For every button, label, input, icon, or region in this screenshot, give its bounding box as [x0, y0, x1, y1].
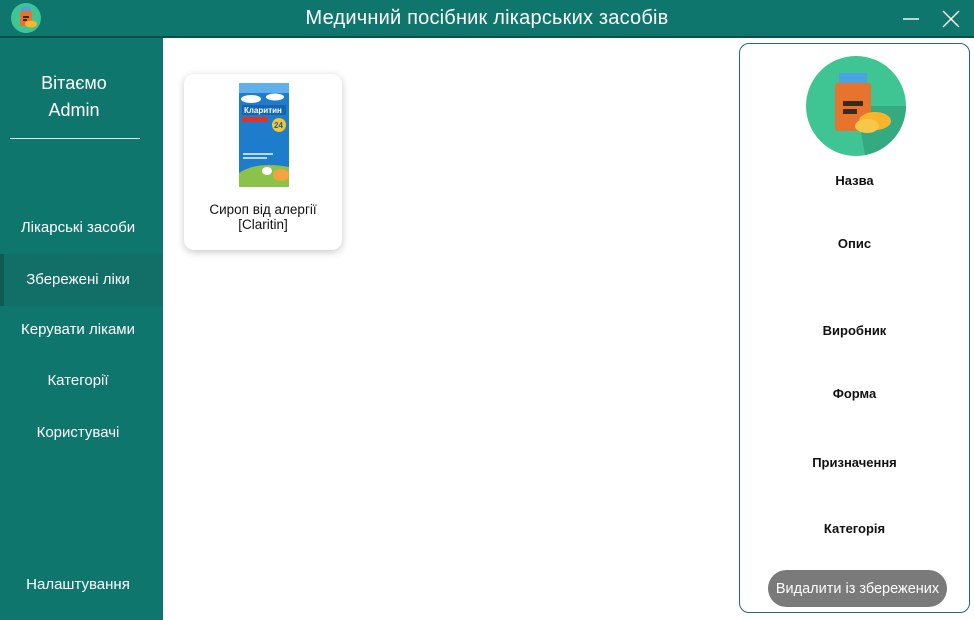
sidebar-item-users[interactable]: Користувачі: [0, 413, 163, 453]
sidebar-item-label: Збережені ліки: [26, 271, 130, 288]
welcome-greeting: Вітаємо: [41, 73, 107, 93]
sidebar-item-label: Користувачі: [36, 424, 120, 441]
field-label-description: Опис: [837, 236, 872, 251]
package-brand-text: Кларитин: [244, 106, 282, 115]
field-label-purpose: Призначення: [812, 455, 897, 470]
field-label-category: Категорія: [823, 521, 886, 536]
field-label-form: Форма: [832, 386, 877, 401]
remove-from-saved-button[interactable]: Видалити із збережених: [768, 570, 947, 607]
drug-name: Сироп від алергії [Claritin]: [209, 202, 317, 232]
sidebar-item-medicines[interactable]: Лікарські засоби: [0, 208, 163, 248]
welcome-username: Admin: [48, 100, 100, 120]
drug-detail-panel: Назва Опис Виробник Форма Призначення Ка…: [739, 43, 970, 613]
title-bar: Медичний посібник лікарських засобів: [0, 0, 974, 38]
drug-card[interactable]: Кларитин 24 Сироп від алергії [Claritin]: [184, 74, 342, 250]
field-label-name: Назва: [835, 173, 874, 188]
drug-package-image: Кларитин 24: [239, 83, 289, 187]
sidebar-item-label: Налаштування: [26, 576, 130, 593]
welcome-text: Вітаємо Admin: [0, 70, 148, 124]
sidebar-item-label: Категорії: [47, 372, 109, 389]
window-title: Медичний посібник лікарських засобів: [305, 7, 669, 29]
sidebar-item-saved-medicines[interactable]: Збережені ліки: [0, 254, 163, 306]
sidebar-divider: [10, 138, 140, 139]
field-label-manufacturer: Виробник: [822, 323, 887, 338]
saved-medicines-area: Кларитин 24 Сироп від алергії [Claritin]: [163, 38, 738, 620]
minimize-icon[interactable]: [900, 8, 922, 30]
sidebar-item-label: Керувати ліками: [21, 321, 135, 338]
pill-bottle-logo-icon: [806, 56, 906, 156]
package-dose-text: 24: [274, 121, 283, 130]
sidebar: Вітаємо Admin Лікарські засоби Збережені…: [0, 38, 163, 620]
sidebar-item-manage-medicines[interactable]: Керувати ліками: [0, 310, 163, 350]
sidebar-item-categories[interactable]: Категорії: [0, 361, 163, 401]
close-icon[interactable]: [940, 8, 962, 30]
sidebar-item-settings[interactable]: Налаштування: [0, 565, 163, 605]
sidebar-item-label: Лікарські засоби: [20, 219, 136, 236]
